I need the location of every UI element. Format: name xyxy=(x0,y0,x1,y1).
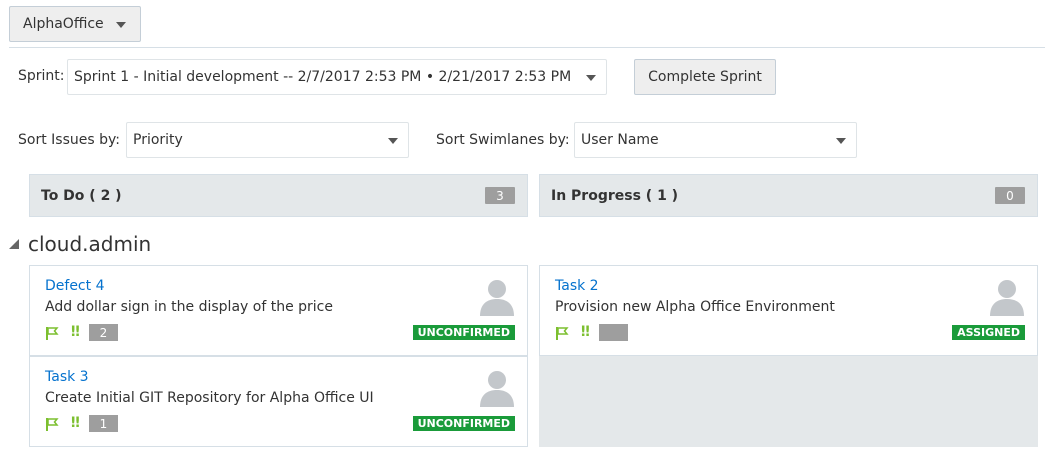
collapse-triangle-icon[interactable] xyxy=(9,239,19,249)
flag-icon xyxy=(46,418,59,431)
avatar-icon xyxy=(480,371,514,407)
sort-swimlanes-label: Sort Swimlanes by: xyxy=(436,132,570,148)
status-badge: UNCONFIRMED xyxy=(412,325,515,340)
column-header-todo: To Do ( 2 ) 3 xyxy=(29,174,528,217)
issue-card[interactable]: Task 2 Provision new Alpha Office Enviro… xyxy=(539,265,1038,356)
swimlane-header[interactable]: cloud.admin xyxy=(9,232,151,256)
story-points-badge: 2 xyxy=(89,324,118,341)
priority-icon: ‼ xyxy=(71,415,80,431)
sort-swimlanes-select[interactable]: User Name xyxy=(574,122,857,158)
flag-icon xyxy=(556,327,569,340)
issue-id-link[interactable]: Task 3 xyxy=(45,369,89,385)
project-selector-label: AlphaOffice xyxy=(23,16,104,32)
column-header-in-progress: In Progress ( 1 ) 0 xyxy=(539,174,1038,217)
chevron-down-icon xyxy=(836,138,846,144)
column-count-badge: 3 xyxy=(485,187,515,204)
column-count-badge: 0 xyxy=(995,187,1025,204)
status-badge: UNCONFIRMED xyxy=(412,416,515,431)
issue-id-link[interactable]: Task 2 xyxy=(555,278,599,294)
avatar-icon xyxy=(990,280,1024,316)
sprint-select-value: Sprint 1 - Initial development -- 2/7/20… xyxy=(74,69,572,85)
chevron-down-icon xyxy=(116,22,126,28)
avatar-icon xyxy=(480,280,514,316)
chevron-down-icon xyxy=(388,138,398,144)
status-badge: ASSIGNED xyxy=(952,325,1025,340)
chevron-down-icon xyxy=(586,75,596,81)
project-selector-button[interactable]: AlphaOffice xyxy=(9,6,141,42)
issue-card[interactable]: Defect 4 Add dollar sign in the display … xyxy=(29,265,528,356)
flag-icon xyxy=(46,327,59,340)
issue-id-link[interactable]: Defect 4 xyxy=(45,278,104,294)
story-points-badge xyxy=(599,324,628,341)
sprint-select[interactable]: Sprint 1 - Initial development -- 2/7/20… xyxy=(67,59,607,95)
story-points-badge: 1 xyxy=(89,415,118,432)
priority-icon: ‼ xyxy=(71,324,80,340)
priority-icon: ‼ xyxy=(581,324,590,340)
issue-title: Provision new Alpha Office Environment xyxy=(555,299,835,315)
sort-issues-value: Priority xyxy=(133,132,183,148)
column-title: To Do ( 2 ) xyxy=(41,187,122,204)
sort-swimlanes-value: User Name xyxy=(581,132,659,148)
divider xyxy=(9,47,1045,48)
issue-title: Add dollar sign in the display of the pr… xyxy=(45,299,333,315)
column-title: In Progress ( 1 ) xyxy=(551,187,679,204)
issue-title: Create Initial GIT Repository for Alpha … xyxy=(45,390,374,406)
sort-issues-select[interactable]: Priority xyxy=(126,122,409,158)
issue-card[interactable]: Task 3 Create Initial GIT Repository for… xyxy=(29,356,528,447)
sort-issues-label: Sort Issues by: xyxy=(18,132,120,148)
swimlane-title: cloud.admin xyxy=(28,232,152,256)
sprint-label: Sprint: xyxy=(18,68,65,84)
complete-sprint-button[interactable]: Complete Sprint xyxy=(634,59,776,95)
